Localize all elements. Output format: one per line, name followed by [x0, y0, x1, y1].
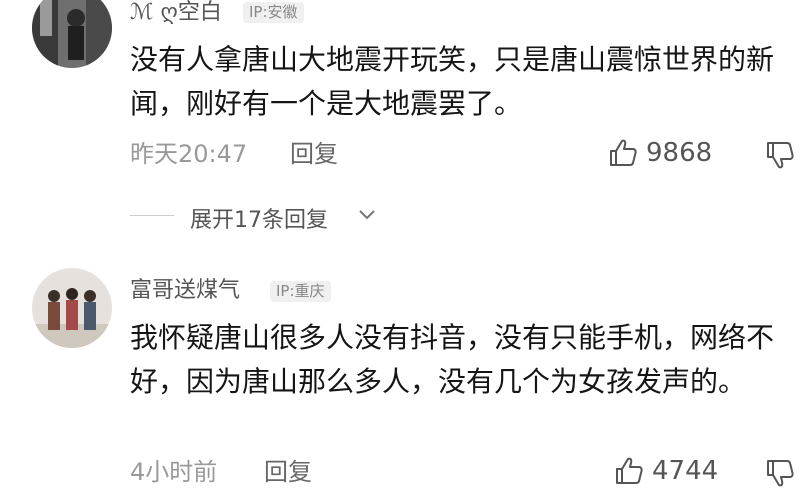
username[interactable]: ℳ ღ空白	[130, 2, 222, 24]
reply-button[interactable]: 回复	[290, 142, 338, 166]
comment-list: ℳ ღ空白 IP:安徽 没有人拿唐山大地震开玩笑，只是唐山震惊世界的新闻，刚好有…	[0, 0, 800, 500]
username[interactable]: 富哥送煤气	[130, 280, 240, 302]
like-count: 4744	[652, 456, 719, 486]
expand-replies-button[interactable]: 展开17条回复	[130, 200, 430, 233]
avatar[interactable]	[32, 268, 112, 348]
thumbs-up-icon	[616, 457, 643, 484]
avatar[interactable]	[32, 0, 112, 68]
comment-item: ℳ ღ空白 IP:安徽 没有人拿唐山大地震开玩笑，只是唐山震惊世界的新闻，刚好有…	[0, 0, 800, 250]
ip-location-badge: IP:重庆	[270, 281, 331, 302]
thumbs-down-icon[interactable]	[765, 458, 795, 488]
comment-item: 富哥送煤气 IP:重庆 我怀疑唐山很多人没有抖音，没有只能手机，网络不好，因为唐…	[0, 258, 800, 500]
timestamp: 4小时前	[130, 458, 218, 486]
like-count: 9868	[646, 138, 713, 168]
chevron-down-icon	[359, 210, 375, 220]
comment-text: 没有人拿唐山大地震开玩笑，只是唐山震惊世界的新闻，刚好有一个是大地震罢了。	[130, 43, 775, 120]
reply-button[interactable]: 回复	[264, 460, 312, 484]
thumbs-up-icon	[610, 139, 637, 166]
comment-text: 我怀疑唐山很多人没有抖音，没有只能手机，网络不好，因为唐山那么多人，没有几个为女…	[130, 321, 775, 398]
timestamp: 昨天20:47	[130, 140, 248, 168]
thumbs-down-icon[interactable]	[765, 140, 795, 170]
expand-replies-label: 展开17条回复	[190, 208, 328, 233]
divider-line	[130, 215, 174, 216]
ip-location-badge: IP:安徽	[243, 2, 304, 23]
